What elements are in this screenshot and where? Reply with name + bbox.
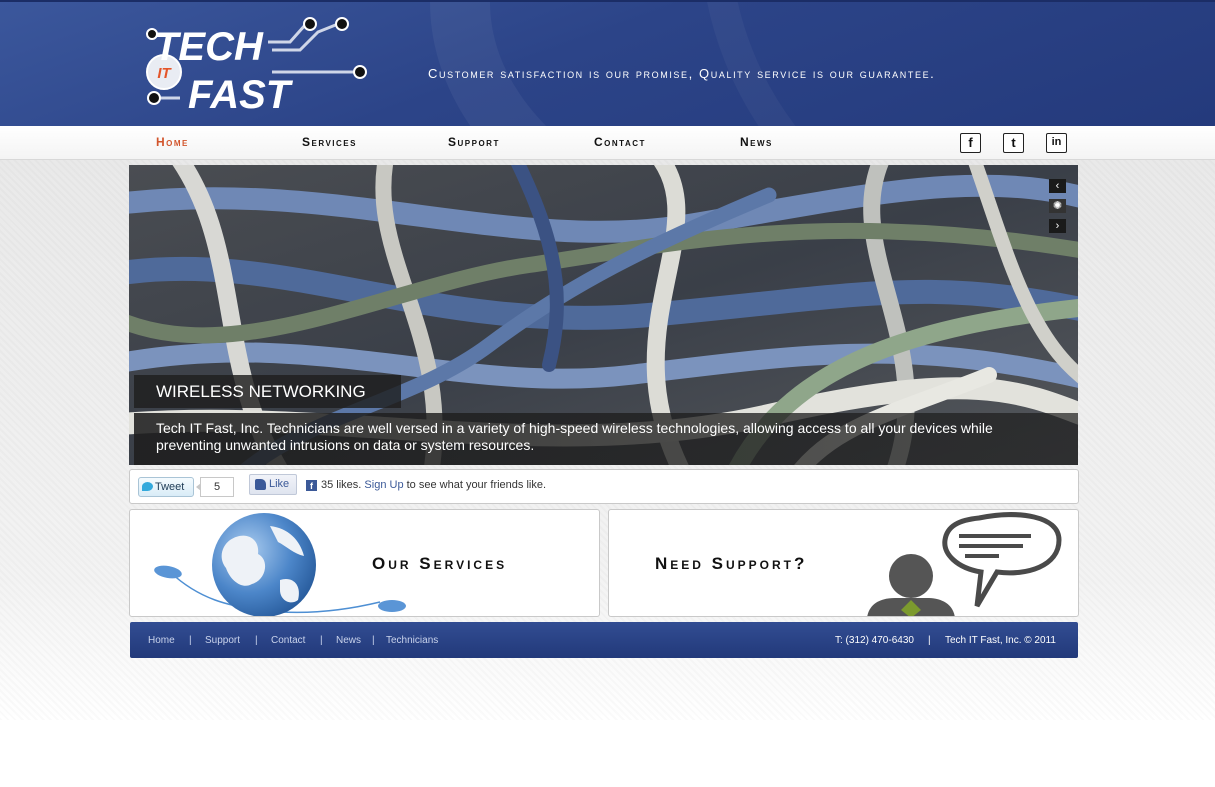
footer-link-news[interactable]: News [336, 635, 361, 646]
linkedin-icon[interactable]: in [1046, 133, 1067, 153]
site-logo[interactable]: IT TECH FAST [140, 14, 380, 118]
site-header: IT TECH FAST Customer satisfaction is ou… [0, 0, 1215, 126]
logo-graphic: IT TECH FAST [146, 17, 367, 117]
slider-prev-button[interactable]: ‹ [1049, 179, 1066, 193]
services-panel[interactable]: Our Services [129, 509, 600, 617]
footer-separator: | [255, 635, 258, 646]
footer-link-home[interactable]: Home [148, 635, 175, 646]
site-footer: Home | Support | Contact | News | Techni… [130, 622, 1078, 658]
twitter-bird-icon [142, 482, 153, 491]
footer-separator: | [928, 635, 931, 646]
footer-separator: | [189, 635, 192, 646]
slider-next-button[interactable]: › [1049, 219, 1066, 233]
slide-title: WIRELESS NETWORKING [134, 375, 401, 408]
footer-link-support[interactable]: Support [205, 635, 240, 646]
slider-loading-icon: ✺ [1049, 199, 1066, 213]
main-nav: Home Services Support Contact News f t i… [0, 126, 1215, 160]
like-label: Like [269, 478, 290, 490]
need-support-label: Need Support? [655, 554, 808, 573]
tweet-label: Tweet [155, 481, 185, 493]
nav-item-contact[interactable]: Contact [594, 135, 646, 149]
logo-text-line1: TECH [154, 25, 264, 69]
like-button[interactable]: Like [249, 474, 297, 495]
image-slider[interactable]: ‹ ✺ › WIRELESS NETWORKING Tech IT Fast, … [129, 165, 1078, 465]
likes-suffix-text: to see what your friends like. [406, 479, 547, 491]
likes-count-text: 35 likes. [321, 479, 362, 491]
nav-item-services[interactable]: Services [302, 135, 357, 149]
footer-separator: | [320, 635, 323, 646]
slide-caption: Tech IT Fast, Inc. Technicians are well … [134, 413, 1078, 465]
twitter-icon[interactable]: t [1003, 133, 1024, 153]
nav-item-support[interactable]: Support [448, 135, 500, 149]
tweet-count: 5 [196, 477, 234, 497]
nav-item-home[interactable]: Home [156, 135, 189, 149]
tagline: Customer satisfaction is our promise, Qu… [428, 66, 936, 81]
footer-separator: | [372, 635, 375, 646]
support-panel[interactable]: Need Support? [608, 509, 1079, 617]
likes-summary: 35 likes. Sign Up to see what your frien… [321, 479, 546, 491]
our-services-label: Our Services [372, 554, 508, 573]
footer-copyright: Tech IT Fast, Inc. © 2011 [945, 635, 1056, 646]
footer-link-technicians[interactable]: Technicians [386, 635, 438, 646]
footer-link-contact[interactable]: Contact [271, 635, 305, 646]
logo-text-line2: FAST [188, 73, 294, 117]
support-person-icon [867, 512, 1062, 616]
facebook-small-icon: f [306, 480, 317, 491]
nav-item-news[interactable]: News [740, 135, 773, 149]
facebook-icon[interactable]: f [960, 133, 981, 153]
share-bar: Tweet 5 Like f 35 likes. Sign Up to see … [129, 469, 1079, 504]
signup-link[interactable]: Sign Up [364, 479, 403, 491]
thumbs-up-icon [255, 479, 266, 490]
tweet-button[interactable]: Tweet [138, 477, 194, 497]
footer-phone: T: (312) 470-6430 [835, 635, 914, 646]
